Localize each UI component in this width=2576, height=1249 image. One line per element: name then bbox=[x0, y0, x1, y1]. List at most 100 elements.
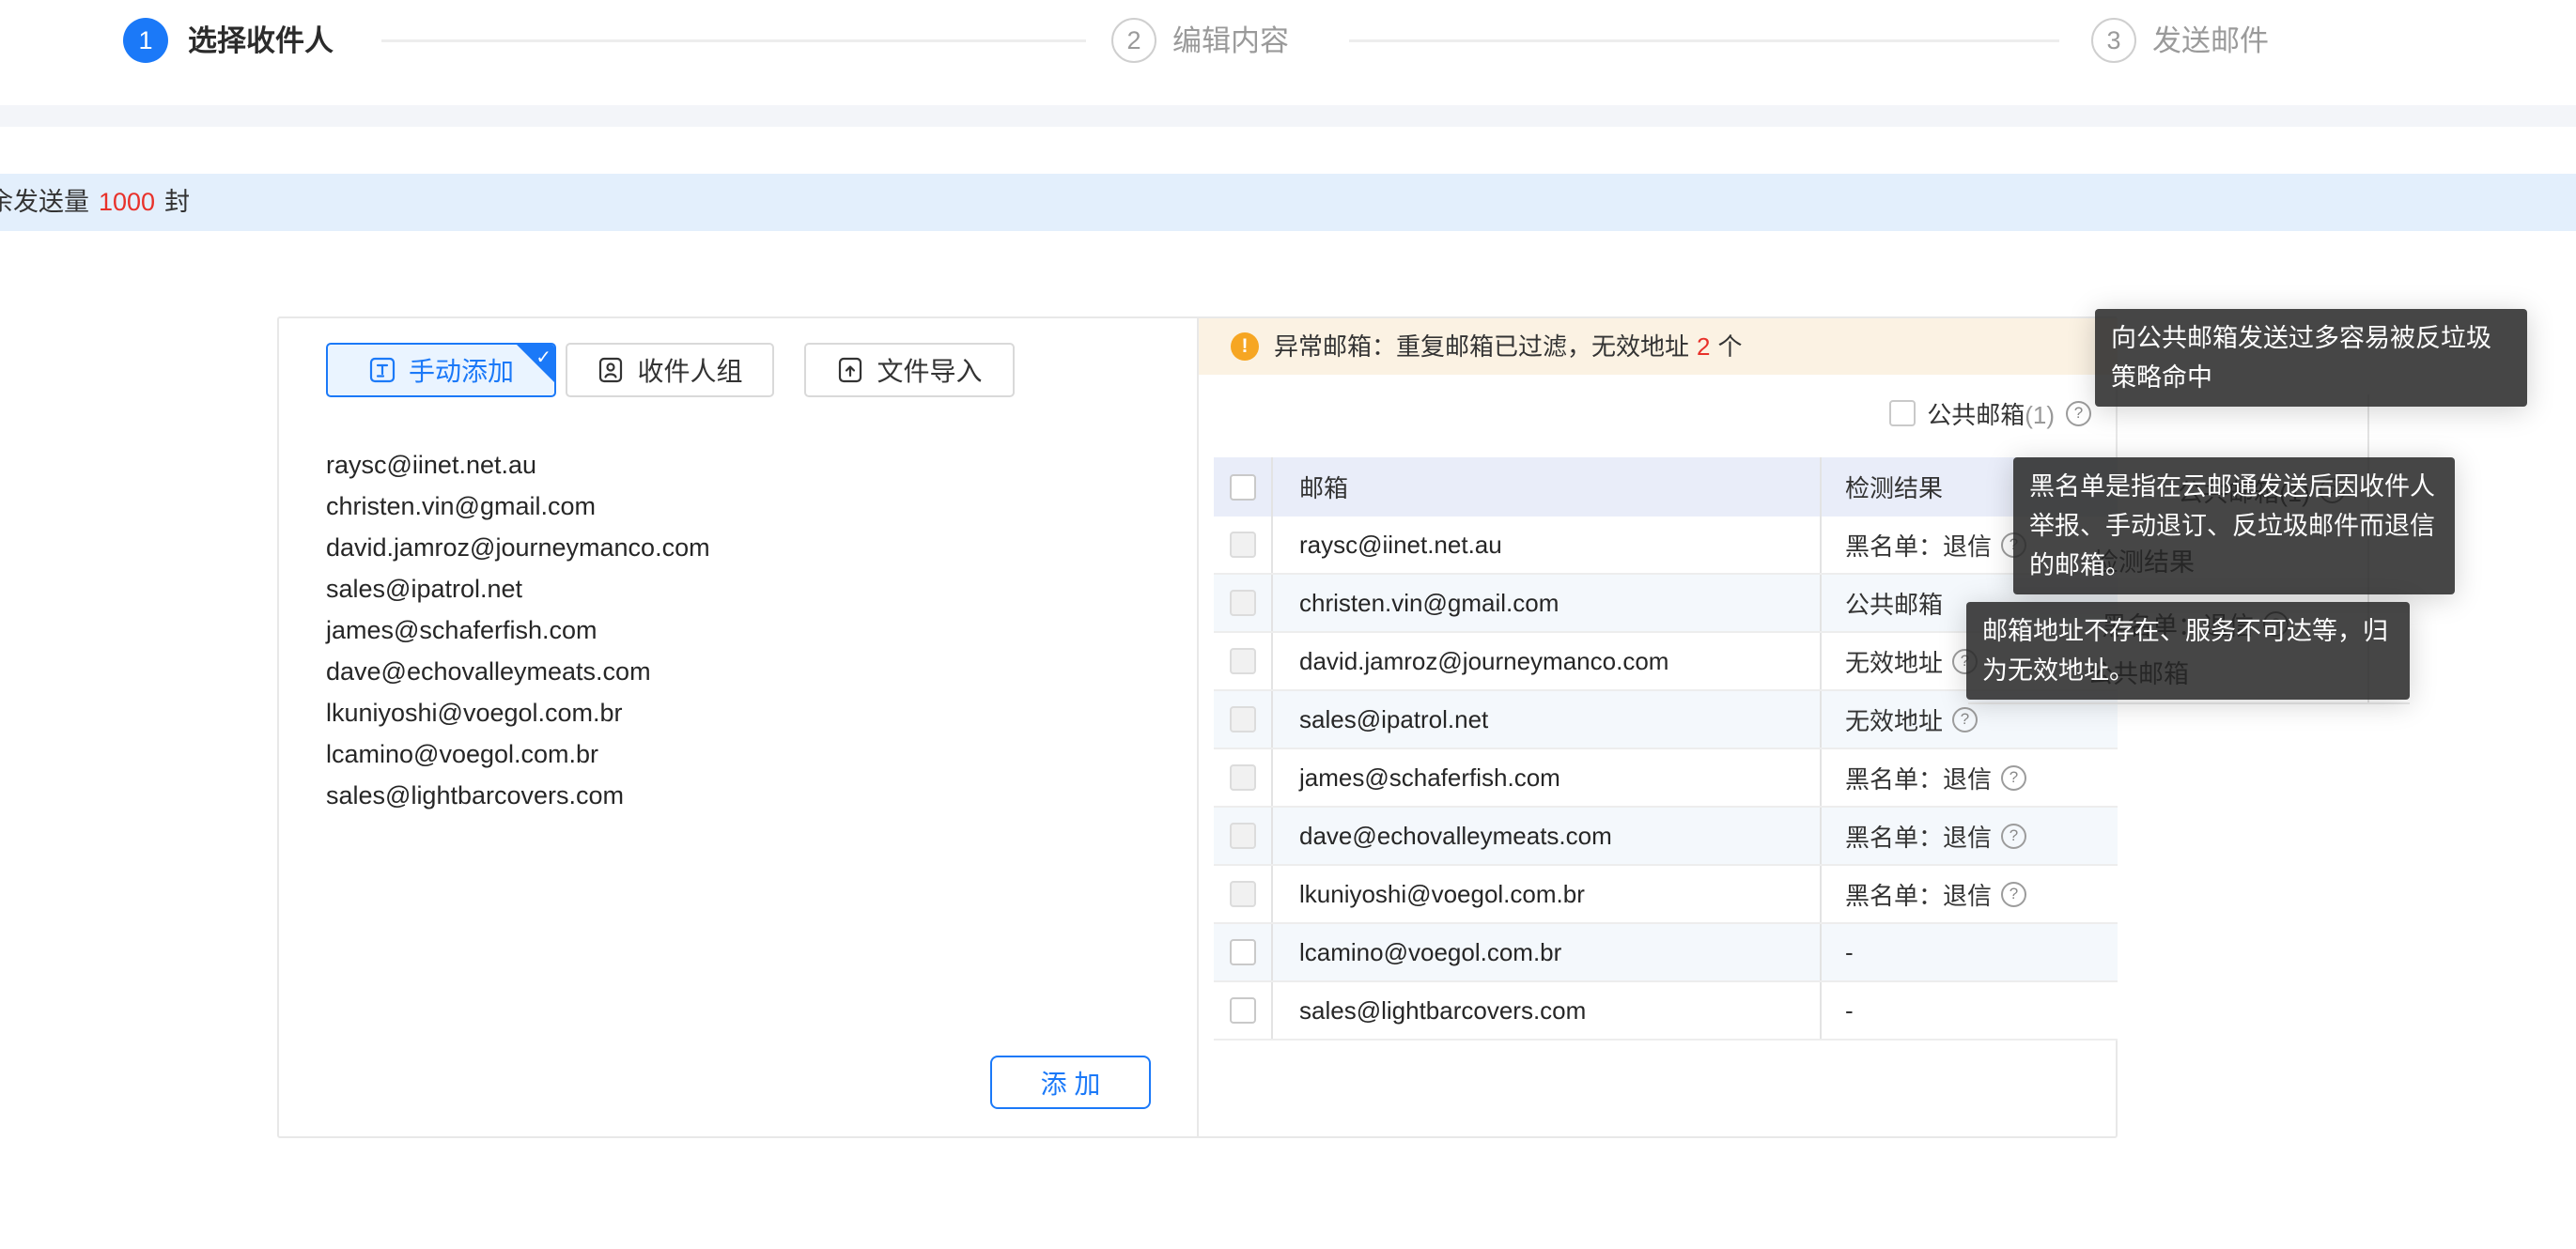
row-checkbox[interactable] bbox=[1230, 590, 1256, 616]
public-mailbox-filter-label: 公共邮箱(1) bbox=[1927, 396, 2055, 431]
step-1-circle: 1 bbox=[123, 18, 168, 63]
row-email: christen.vin@gmail.com bbox=[1273, 575, 1822, 631]
row-result: 无效地址 bbox=[1845, 644, 1943, 679]
email-entry: christen.vin@gmail.com bbox=[326, 486, 1153, 527]
row-result: - bbox=[1845, 938, 1854, 967]
table-row: lkuniyoshi@voegol.com.br 黑名单：退信 ? bbox=[1214, 866, 2118, 924]
header-separator-band bbox=[0, 105, 2576, 127]
row-checkbox-cell bbox=[1214, 749, 1273, 806]
warning-count: 2 bbox=[1697, 332, 1710, 361]
table-row: sales@ipatrol.net 无效地址 ? bbox=[1214, 691, 2118, 749]
row-checkbox-cell bbox=[1214, 924, 1273, 980]
row-result: 黑名单：退信 bbox=[1845, 819, 1992, 854]
row-email: james@schaferfish.com bbox=[1273, 749, 1822, 806]
row-result: 黑名单：退信 bbox=[1845, 761, 1992, 795]
table-row: james@schaferfish.com 黑名单：退信 ? bbox=[1214, 749, 2118, 808]
quota-bar: 剩余发送量 1000 封 bbox=[0, 174, 2576, 231]
header-checkbox-cell bbox=[1214, 457, 1273, 517]
warning-suffix: 个 bbox=[1717, 332, 1742, 361]
recipient-group-icon bbox=[597, 356, 625, 384]
header-email-column: 邮箱 bbox=[1273, 457, 1822, 517]
detection-result-pane: ! 异常邮箱：重复邮箱已过滤，无效地址2个 公共邮箱(1) ? 邮箱 检测结果 bbox=[1199, 318, 2118, 1136]
row-checkbox-cell bbox=[1214, 575, 1273, 631]
row-result-cell: 黑名单：退信 ? bbox=[1822, 819, 2118, 854]
row-email: sales@lightbarcovers.com bbox=[1273, 982, 1822, 1039]
file-import-icon bbox=[836, 356, 864, 384]
quota-prefix: 剩余发送量 bbox=[0, 188, 89, 216]
table-row: dave@echovalleymeats.com 黑名单：退信 ? bbox=[1214, 808, 2118, 866]
email-entry: david.jamroz@journeymanco.com bbox=[326, 527, 1153, 568]
detection-result-table: 邮箱 检测结果 raysc@iinet.net.au 黑名单：退信 ? bbox=[1214, 457, 2118, 1041]
row-checkbox-cell bbox=[1214, 866, 1273, 922]
public-mailbox-count: (1) bbox=[2025, 401, 2055, 429]
row-checkbox[interactable] bbox=[1230, 997, 1256, 1024]
tab-file-import-label: 文件导入 bbox=[877, 351, 982, 389]
abnormal-mailbox-warning: ! 异常邮箱：重复邮箱已过滤，无效地址 2个 bbox=[1199, 318, 2118, 375]
result-help-icon[interactable]: ? bbox=[2001, 882, 2026, 907]
row-email: dave@echovalleymeats.com bbox=[1273, 808, 1822, 864]
email-entry: sales@ipatrol.net bbox=[326, 568, 1153, 609]
warning-prefix: 异常邮箱：重复邮箱已过滤，无效地址 bbox=[1274, 332, 1689, 361]
email-entry: dave@echovalleymeats.com bbox=[326, 651, 1153, 692]
row-email: lcamino@voegol.com.br bbox=[1273, 924, 1822, 980]
result-help-icon[interactable]: ? bbox=[1952, 707, 1978, 732]
row-checkbox[interactable] bbox=[1230, 532, 1256, 558]
manual-email-input-area[interactable]: raysc@iinet.net.au christen.vin@gmail.co… bbox=[326, 444, 1153, 816]
tooltip-blacklist: 黑名单是指在云邮通发送后因收件人举报、手动退订、反垃圾邮件而退信的邮箱。 bbox=[2013, 457, 2455, 594]
row-result: 公共邮箱 bbox=[1845, 586, 1943, 621]
tab-recipient-group[interactable]: 收件人组 bbox=[566, 343, 774, 397]
row-result: 黑名单：退信 bbox=[1845, 528, 1992, 563]
row-result: 无效地址 bbox=[1845, 702, 1943, 737]
row-result-cell: - ? bbox=[1822, 938, 2118, 967]
step-3-label: 发送邮件 bbox=[2152, 24, 2269, 58]
quota-value: 1000 bbox=[99, 188, 155, 216]
row-checkbox[interactable] bbox=[1230, 939, 1256, 965]
row-checkbox[interactable] bbox=[1230, 706, 1256, 732]
row-email: lkuniyoshi@voegol.com.br bbox=[1273, 866, 1822, 922]
row-checkbox-cell bbox=[1214, 517, 1273, 573]
tab-file-import[interactable]: 文件导入 bbox=[804, 343, 1015, 397]
tab-manual-add[interactable]: 手动添加 ✓ bbox=[326, 343, 556, 397]
warning-icon: ! bbox=[1231, 332, 1259, 361]
warning-text: 异常邮箱：重复邮箱已过滤，无效地址 2个 bbox=[1274, 318, 1743, 375]
step-2-label: 编辑内容 bbox=[1172, 24, 1289, 58]
table-row: sales@lightbarcovers.com - ? bbox=[1214, 982, 2118, 1041]
result-help-icon[interactable]: ? bbox=[2001, 765, 2026, 791]
table-row: lcamino@voegol.com.br - ? bbox=[1214, 924, 2118, 982]
row-checkbox[interactable] bbox=[1230, 648, 1256, 674]
row-checkbox-cell bbox=[1214, 633, 1273, 689]
row-checkbox[interactable] bbox=[1230, 823, 1256, 849]
row-result-cell: 无效地址 ? bbox=[1822, 702, 2118, 737]
step-1-label: 选择收件人 bbox=[188, 24, 334, 58]
tab-recipient-group-label: 收件人组 bbox=[637, 351, 742, 389]
public-mailbox-checkbox[interactable] bbox=[1889, 400, 1916, 426]
tab-manual-add-label: 手动添加 bbox=[409, 351, 514, 389]
tooltip-public-mailbox: 向公共邮箱发送过多容易被反垃圾策略命中 bbox=[2095, 309, 2527, 407]
quota-suffix: 封 bbox=[164, 188, 190, 216]
row-email: david.jamroz@journeymanco.com bbox=[1273, 633, 1822, 689]
tooltip-invalid-address: 邮箱地址不存在、服务不可达等，归为无效地址。 bbox=[1966, 602, 2410, 700]
email-entry: james@schaferfish.com bbox=[326, 609, 1153, 651]
step-connector-line bbox=[1349, 39, 2059, 42]
select-all-checkbox[interactable] bbox=[1230, 474, 1256, 501]
step-header: 1 选择收件人 2 编辑内容 3 发送邮件 bbox=[0, 0, 2576, 105]
public-mailbox-filter-row: 公共邮箱(1) ? bbox=[1889, 397, 2091, 429]
result-help-icon[interactable]: ? bbox=[2001, 824, 2026, 849]
recipient-selection-card: 手动添加 ✓ 收件人组 文件导入 raysc@iinet.net.au chri… bbox=[277, 316, 2118, 1138]
email-entry: lkuniyoshi@voegol.com.br bbox=[326, 692, 1153, 733]
row-email: raysc@iinet.net.au bbox=[1273, 517, 1822, 573]
ghost-row-border bbox=[1968, 702, 2410, 704]
row-result-cell: 黑名单：退信 ? bbox=[1822, 877, 2118, 912]
email-entry: sales@lightbarcovers.com bbox=[326, 775, 1153, 816]
manual-add-icon bbox=[368, 356, 396, 384]
public-mailbox-help-icon[interactable]: ? bbox=[2066, 401, 2091, 426]
public-mailbox-label: 公共邮箱 bbox=[1927, 401, 2025, 429]
step-3-circle: 3 bbox=[2091, 18, 2136, 63]
row-checkbox[interactable] bbox=[1230, 881, 1256, 907]
row-result-cell: - ? bbox=[1822, 996, 2118, 1025]
table-body: raysc@iinet.net.au 黑名单：退信 ? christen.vin… bbox=[1214, 517, 2118, 1041]
row-checkbox[interactable] bbox=[1230, 764, 1256, 791]
row-result: - bbox=[1845, 996, 1854, 1025]
add-button[interactable]: 添 加 bbox=[990, 1056, 1151, 1109]
row-checkbox-cell bbox=[1214, 808, 1273, 864]
